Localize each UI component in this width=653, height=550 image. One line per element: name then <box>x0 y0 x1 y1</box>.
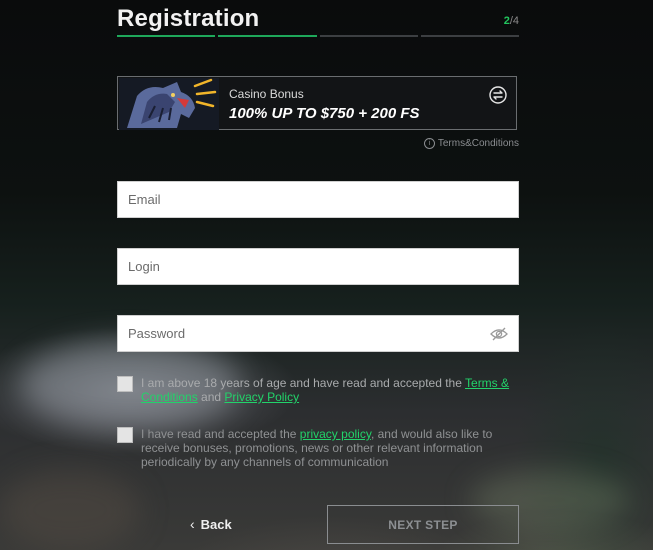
info-icon: i <box>423 138 435 149</box>
marketing-consent-text: I have read and accepted the privacy pol… <box>141 427 517 469</box>
swap-icon[interactable] <box>489 86 507 104</box>
password-field-wrapper <box>117 315 519 352</box>
progress-segment <box>218 35 317 37</box>
step-counter: 2/4 <box>504 15 519 27</box>
terms-conditions-link[interactable]: i Terms&Conditions <box>423 138 519 149</box>
chevron-left-icon: ‹ <box>190 516 195 532</box>
bonus-amount: 100% UP TO $750 + 200 FS <box>229 105 420 122</box>
progress-segment <box>117 35 216 37</box>
progress-segment <box>420 35 519 37</box>
email-field-wrapper <box>117 181 519 218</box>
age-consent-text-and: and <box>197 390 225 404</box>
age-consent-text: I am above 18 years of age and have read… <box>141 376 517 404</box>
age-consent-text-start: I am above 18 years of age and have read… <box>141 376 466 390</box>
back-label: Back <box>200 516 232 532</box>
total-steps: /4 <box>509 15 519 27</box>
back-button[interactable]: ‹ Back <box>190 516 232 532</box>
eye-hidden-icon[interactable] <box>490 326 508 342</box>
password-field[interactable] <box>118 316 518 351</box>
age-consent-row: I am above 18 years of age and have read… <box>117 376 517 406</box>
tiger-image <box>119 78 219 130</box>
login-field-wrapper <box>117 248 519 285</box>
email-field[interactable] <box>118 182 518 217</box>
bonus-label: Casino Bonus <box>229 87 304 101</box>
marketing-privacy-link[interactable]: privacy policy <box>300 427 371 441</box>
progress-segment <box>319 35 418 37</box>
next-step-button[interactable]: NEXT STEP <box>327 505 519 544</box>
age-consent-checkbox[interactable] <box>117 376 133 392</box>
step-progress-bar <box>117 35 519 37</box>
marketing-consent-row: I have read and accepted the privacy pol… <box>117 427 517 471</box>
login-field[interactable] <box>118 249 518 284</box>
page-title: Registration <box>117 5 260 32</box>
terms-conditions-label: Terms&Conditions <box>437 138 519 149</box>
marketing-consent-checkbox[interactable] <box>117 427 133 443</box>
marketing-consent-text-start: I have read and accepted the <box>141 427 300 441</box>
bonus-selector[interactable]: Casino Bonus 100% UP TO $750 + 200 FS <box>117 76 517 130</box>
privacy-policy-link[interactable]: Privacy Policy <box>224 390 299 404</box>
